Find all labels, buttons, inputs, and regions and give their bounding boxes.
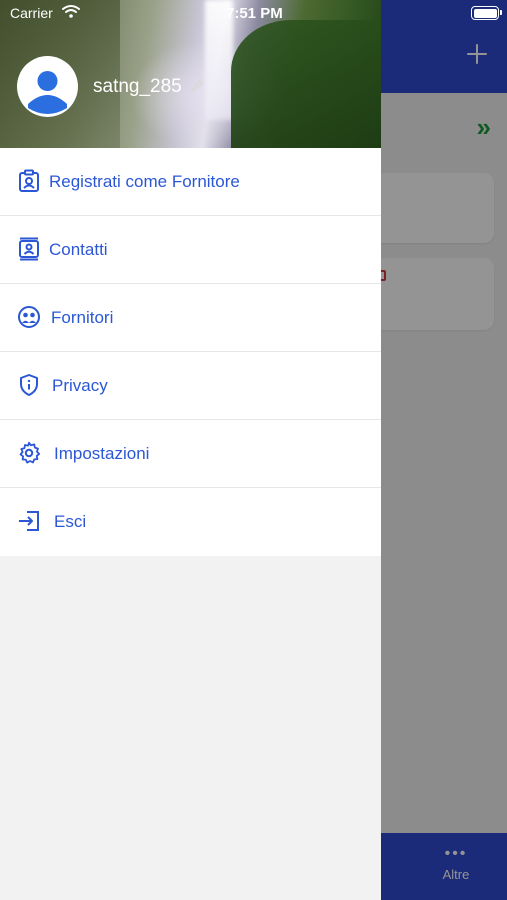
wifi-icon (62, 5, 80, 18)
battery-icon (471, 6, 502, 20)
side-drawer: satng_285 Registrati come Fornitore Cont… (0, 0, 381, 900)
menu-label: Fornitori (51, 307, 114, 327)
shield-info-icon (20, 374, 38, 396)
carrier-label: Carrier (10, 5, 53, 21)
badge-icon (19, 169, 39, 192)
suppliers-icon (18, 306, 40, 328)
logout-icon (19, 511, 39, 531)
username: satng_285 (93, 76, 182, 97)
status-bar: Carrier 7:51 PM (0, 0, 507, 28)
avatar[interactable] (17, 56, 78, 117)
contacts-icon (19, 237, 39, 261)
menu-label: Esci (54, 512, 87, 531)
menu-item-contacts[interactable]: Contatti (0, 216, 381, 284)
menu-label: Contatti (49, 239, 108, 259)
drawer-menu: Registrati come Fornitore Contatti Forni (0, 148, 381, 556)
menu-item-settings[interactable]: Impostazioni (0, 420, 381, 488)
menu-item-suppliers[interactable]: Fornitori (0, 284, 381, 352)
menu-item-logout[interactable]: Esci (0, 488, 381, 556)
gear-icon (19, 441, 41, 464)
menu-label: Registrati come Fornitore (49, 171, 240, 191)
menu-item-privacy[interactable]: Privacy (0, 352, 381, 420)
clock: 7:51 PM (226, 5, 283, 22)
menu-label: Impostazioni (54, 443, 150, 463)
menu-label: Privacy (52, 375, 108, 395)
menu-item-register-supplier[interactable]: Registrati come Fornitore (0, 148, 381, 216)
pencil-icon[interactable] (190, 79, 204, 93)
